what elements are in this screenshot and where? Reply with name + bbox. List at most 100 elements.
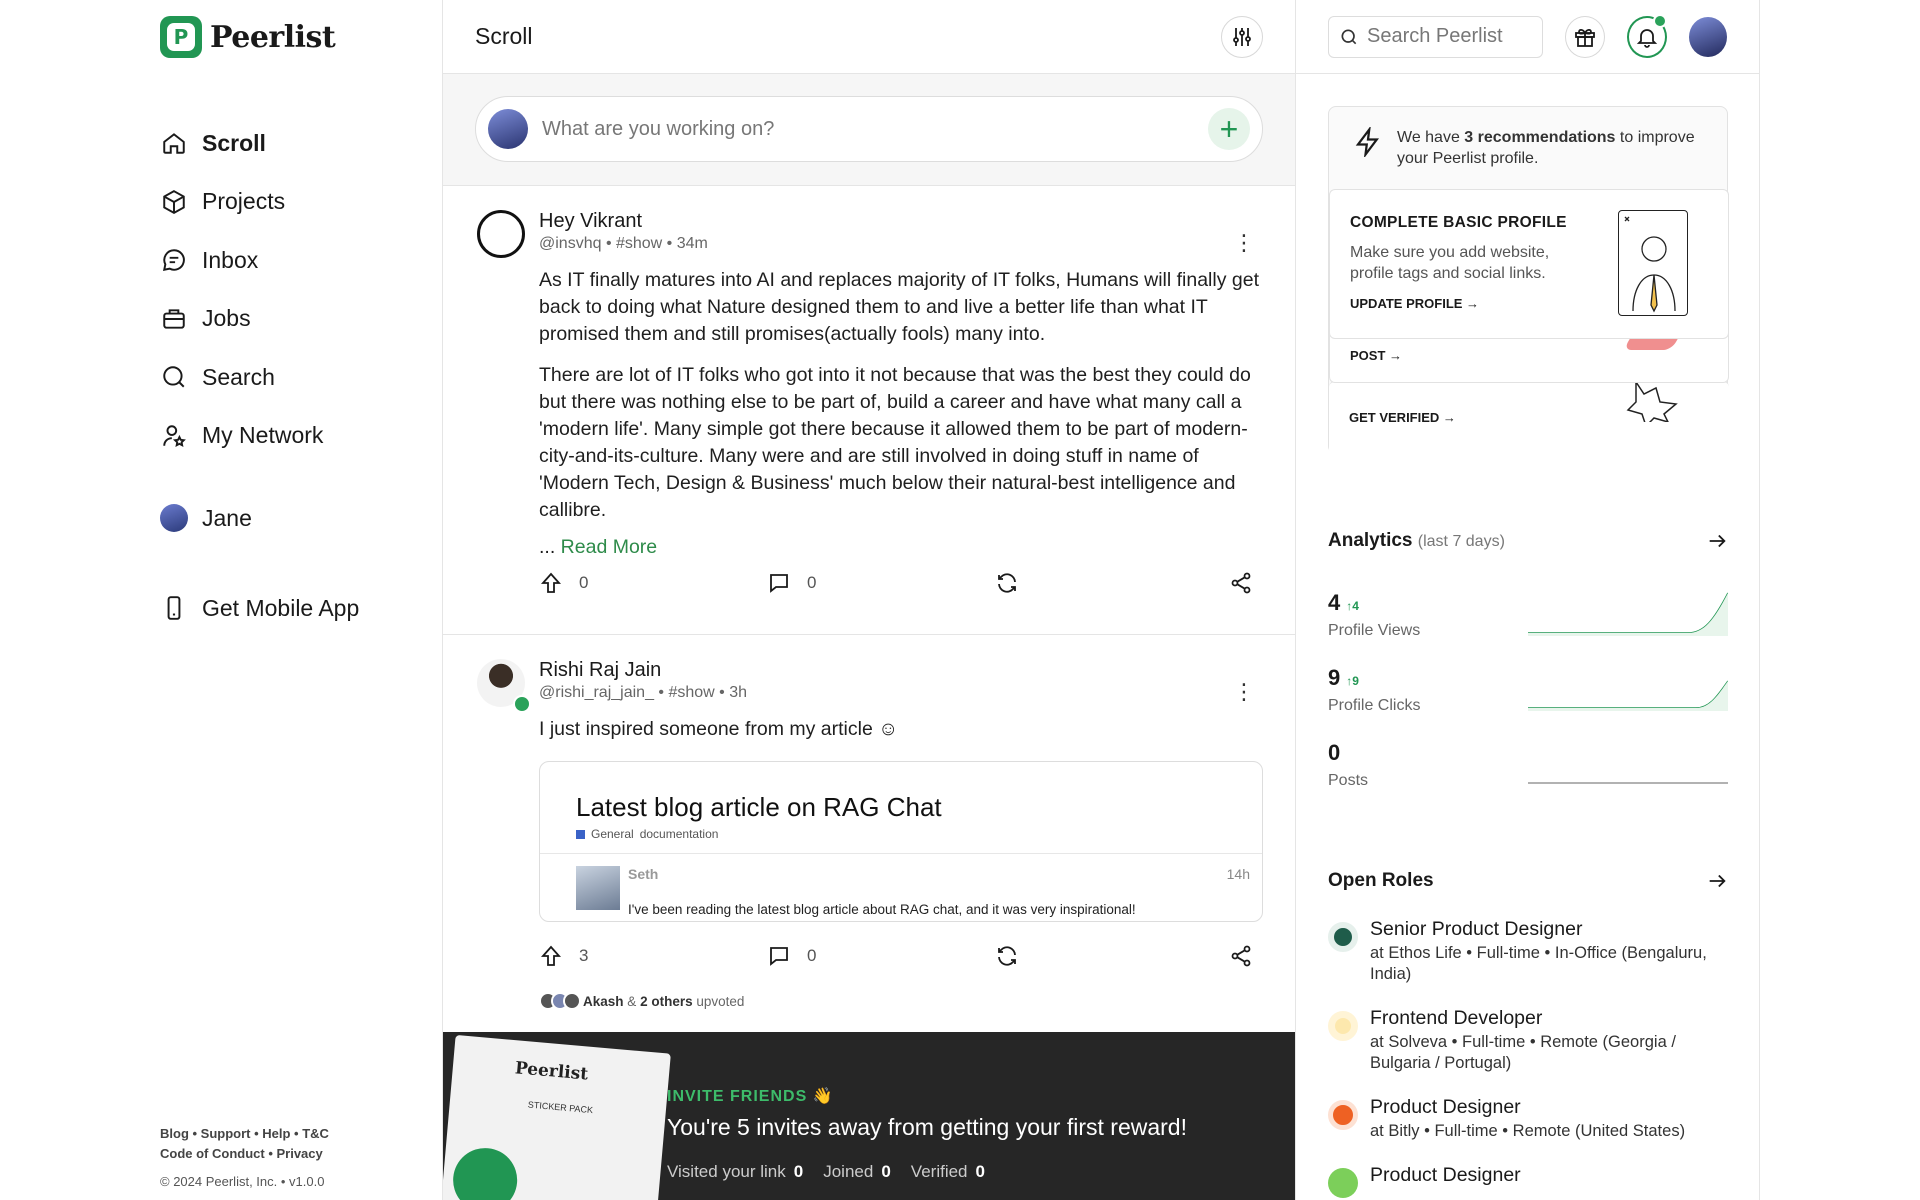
post-link[interactable]: POST →: [1350, 348, 1708, 363]
nav-item-jobs[interactable]: Jobs: [160, 290, 323, 349]
feed-header: Scroll: [443, 0, 1295, 74]
visited-stat: Visited your link 0: [667, 1162, 804, 1181]
get-mobile-app-link[interactable]: Get Mobile App: [160, 594, 359, 622]
reco-text: We have 3 recommendations to improve you…: [1397, 129, 1695, 167]
home-icon: [160, 129, 188, 157]
arrow-right-icon[interactable]: [1706, 870, 1728, 892]
reco-header: We have 3 recommendations to improve you…: [1329, 107, 1727, 169]
profile-link[interactable]: Jane: [160, 504, 252, 532]
repost-button[interactable]: [995, 944, 1223, 968]
nav-item-scroll[interactable]: Scroll: [160, 114, 323, 173]
avatar[interactable]: [1689, 16, 1728, 57]
roles-header[interactable]: Open Roles: [1328, 870, 1728, 892]
notifications-button[interactable]: [1627, 13, 1668, 58]
comment-icon: [770, 947, 788, 966]
role-details: at Ethos Life • Full-time • In-Office (B…: [1370, 944, 1707, 983]
avatar: [576, 866, 620, 910]
search-input[interactable]: Search Peerlist: [1328, 15, 1544, 58]
footer-links-1[interactable]: Blog • Support • Help • T&C: [160, 1124, 329, 1144]
app-root: P Peerlist Scroll Projects Inbox Jobs Se…: [0, 0, 1920, 1200]
comment-count: 0: [807, 573, 817, 592]
feed-post: Hey Vikrant @insvhq • #show • 34m ⋮ As I…: [443, 186, 1295, 635]
post-composer[interactable]: What are you working on? +: [475, 96, 1263, 162]
network-icon: [160, 422, 188, 450]
verified-badge-icon: [513, 695, 531, 713]
sparkline: [1528, 782, 1728, 784]
left-sidebar: P Peerlist Scroll Projects Inbox Jobs Se…: [160, 0, 442, 1200]
upvoters-text: Akash & 2 others upvoted: [583, 993, 745, 1009]
analytics-subtitle: (last 7 days): [1417, 533, 1505, 550]
profile-name: Jane: [202, 504, 252, 531]
post-paragraph: As IT finally matures into AI and replac…: [539, 269, 1259, 345]
page-title: Scroll: [475, 23, 533, 49]
more-options-icon[interactable]: ⋮: [1233, 232, 1255, 254]
avatar[interactable]: [477, 210, 525, 258]
gift-icon: [1575, 28, 1596, 47]
sticker-pack-image: Peerlist STICKER PACK: [443, 1034, 671, 1200]
sticker-title: Peerlist: [514, 1058, 589, 1085]
filter-button[interactable]: [1221, 15, 1263, 58]
footer-links-2[interactable]: Code of Conduct • Privacy: [160, 1144, 329, 1164]
sparkline: [1528, 592, 1728, 636]
brand-name: Peerlist: [210, 19, 336, 55]
role-item[interactable]: Senior Product Designer at Ethos Life • …: [1328, 918, 1728, 985]
upvoters[interactable]: Akash & 2 others upvoted: [539, 992, 1263, 1010]
invite-banner[interactable]: Peerlist STICKER PACK INVITE FRIENDS 👋 Y…: [443, 1032, 1295, 1200]
composer-input[interactable]: What are you working on?: [542, 118, 1194, 141]
comment-icon: [770, 574, 788, 593]
footer: Blog • Support • Help • T&C Code of Cond…: [160, 1124, 329, 1192]
joined-stat: Joined 0: [823, 1162, 891, 1181]
copyright: © 2024 Peerlist, Inc. • v1.0.0: [160, 1174, 325, 1189]
verified-stat: Verified 0: [910, 1162, 985, 1181]
stat-profile-views[interactable]: 4 ↑4 Profile Views: [1328, 590, 1728, 665]
brand-logo[interactable]: P Peerlist: [160, 16, 336, 58]
lightning-icon: [1355, 127, 1379, 157]
repost-icon: [998, 573, 1016, 593]
reco-profile-card[interactable]: COMPLETE BASIC PROFILE Make sure you add…: [1329, 189, 1729, 339]
embedded-article-card[interactable]: Latest blog article on RAG Chat General d…: [539, 761, 1263, 922]
company-logo-icon: [1328, 1011, 1358, 1041]
role-item[interactable]: Product Designer at Bitly • Full-time • …: [1328, 1096, 1728, 1142]
search-icon: [1341, 29, 1357, 44]
post-text: I just inspired someone from my article …: [539, 718, 899, 740]
mobile-label: Get Mobile App: [202, 594, 360, 621]
invite-title: You're 5 invites away from getting your …: [667, 1114, 1187, 1140]
role-item[interactable]: Frontend Developer at Solveva • Full-tim…: [1328, 1007, 1728, 1074]
read-more-link[interactable]: Read More: [561, 536, 657, 558]
nav-label: My Network: [202, 422, 324, 449]
recommendations-card: We have 3 recommendations to improve you…: [1328, 106, 1729, 455]
company-logo-icon: [1328, 1100, 1358, 1130]
role-item[interactable]: Product Designer: [1328, 1164, 1728, 1198]
gift-button[interactable]: [1565, 15, 1606, 58]
embed-tags: General documentation: [576, 827, 1226, 841]
card-description: Make sure you add website, profile tags …: [1350, 244, 1550, 282]
stat-profile-clicks[interactable]: 9 ↑9 Profile Clicks: [1328, 665, 1728, 740]
upvote-button[interactable]: 0: [539, 571, 767, 595]
share-button[interactable]: [1229, 571, 1253, 595]
upvote-button[interactable]: 3: [539, 944, 767, 968]
repost-button[interactable]: [995, 571, 1223, 595]
main-nav: Scroll Projects Inbox Jobs Search My Net…: [160, 114, 323, 465]
embed-time: 14h: [1226, 866, 1250, 882]
verified-badge-illustration: [1626, 382, 1678, 422]
post-author[interactable]: Hey Vikrant: [539, 210, 1263, 233]
more-options-icon[interactable]: ⋮: [1233, 681, 1255, 703]
post-author[interactable]: Rishi Raj Jain: [539, 659, 1263, 682]
nav-label: Search: [202, 363, 275, 390]
profile-illustration: [1618, 210, 1688, 316]
nav-item-search[interactable]: Search: [160, 348, 323, 407]
analytics-panel: Analytics (last 7 days) 4 ↑4 Profile View…: [1328, 530, 1728, 815]
reco-verify-card[interactable]: GET VERIFIED →: [1329, 381, 1729, 455]
comment-button[interactable]: 0: [767, 944, 995, 968]
nav-item-inbox[interactable]: Inbox: [160, 231, 323, 290]
comment-button[interactable]: 0: [767, 571, 995, 595]
repost-icon: [998, 946, 1016, 966]
share-icon: [1231, 945, 1251, 967]
arrow-right-icon[interactable]: [1706, 530, 1728, 552]
stat-posts[interactable]: 0 Posts: [1328, 740, 1728, 815]
share-button[interactable]: [1229, 944, 1253, 968]
nav-item-projects[interactable]: Projects: [160, 173, 323, 232]
add-post-button[interactable]: +: [1208, 108, 1250, 150]
nav-item-my-network[interactable]: My Network: [160, 407, 323, 466]
analytics-header[interactable]: Analytics (last 7 days): [1328, 530, 1728, 552]
